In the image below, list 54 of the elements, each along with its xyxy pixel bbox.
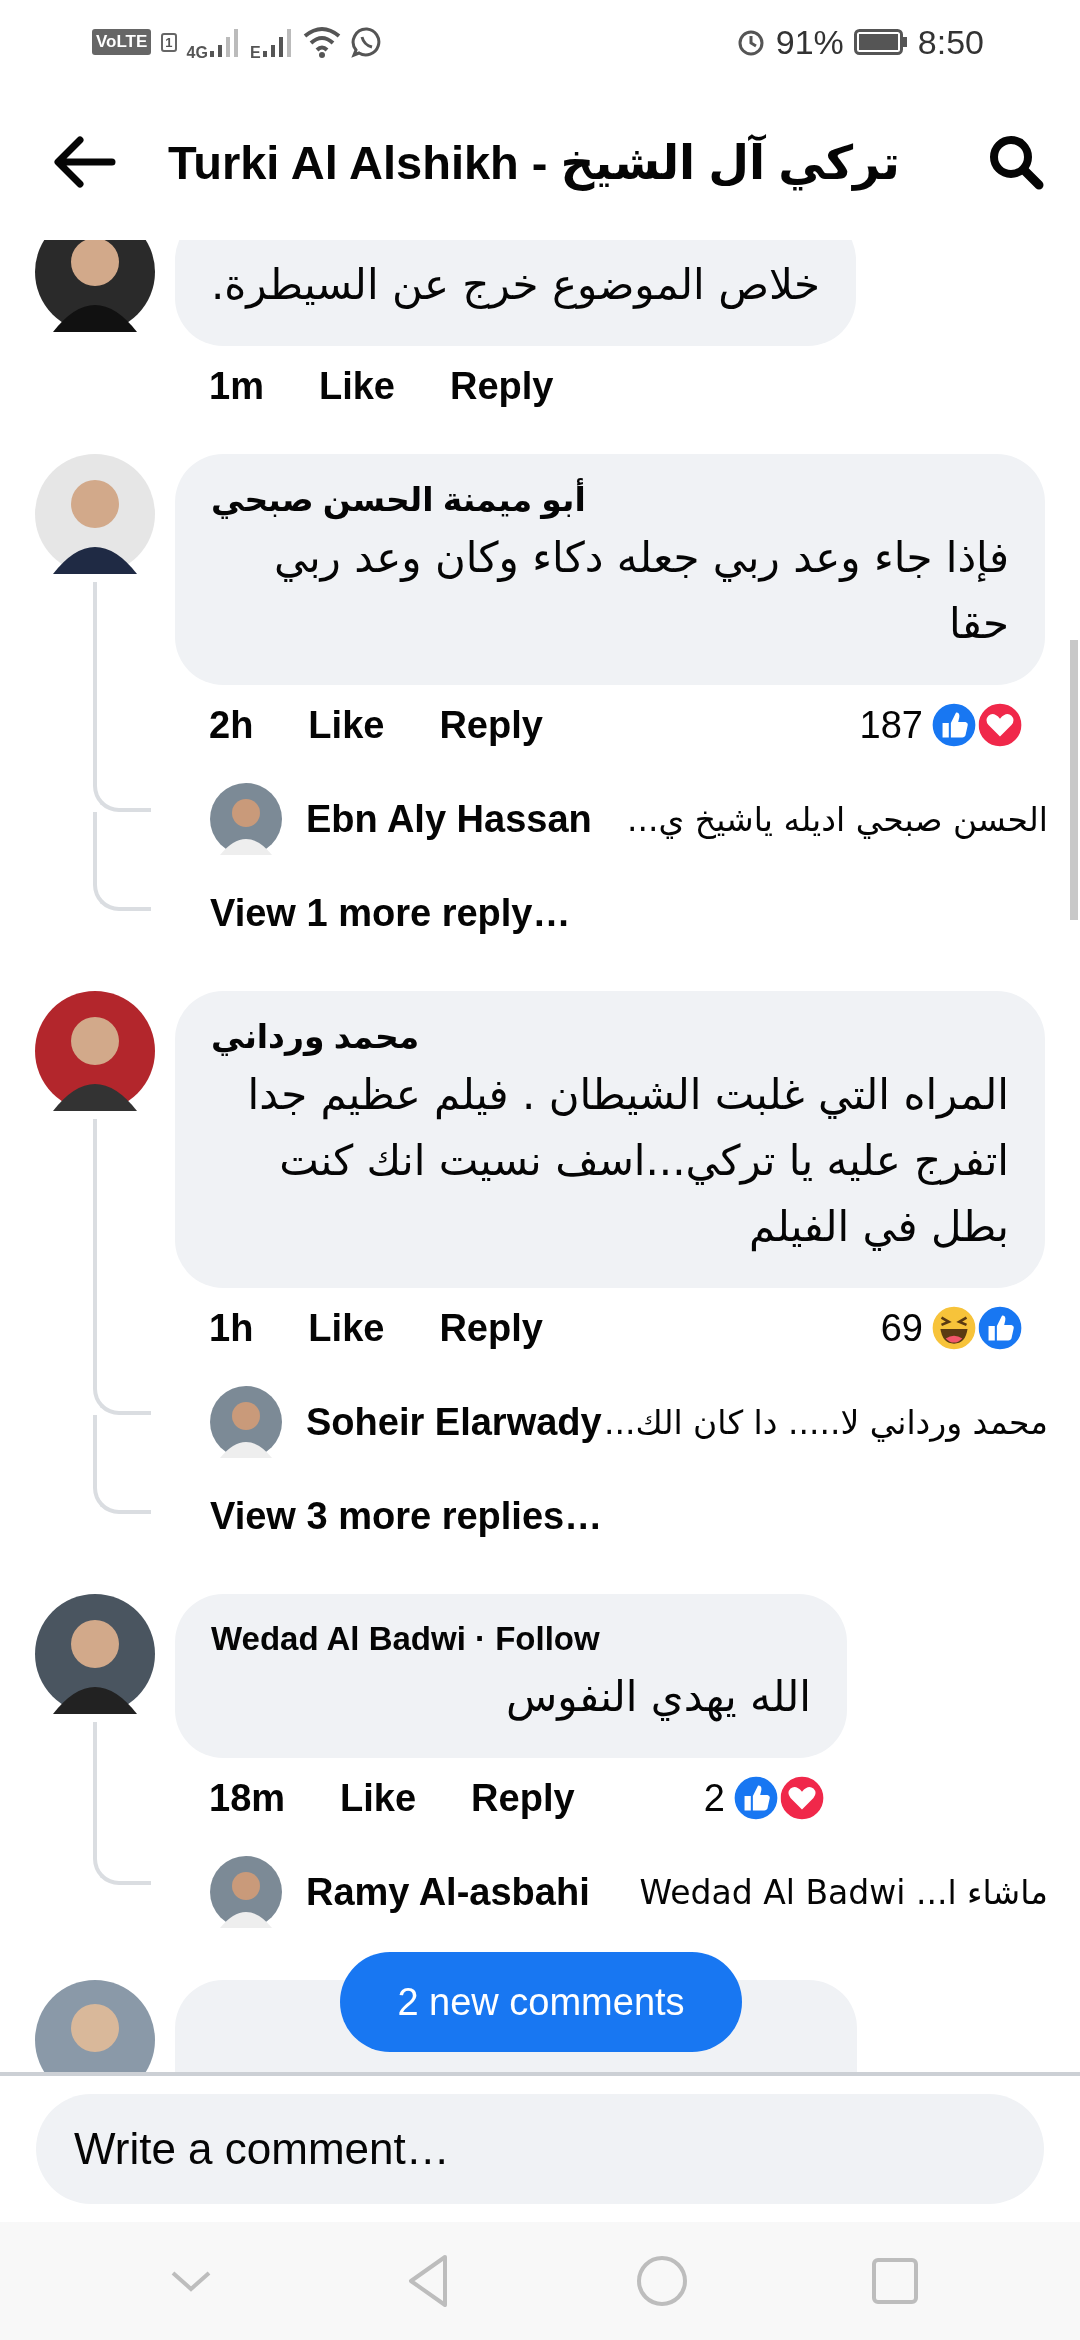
reaction-count: 187	[859, 703, 923, 747]
wifi-icon	[302, 26, 341, 58]
comment-input-field[interactable]: Write a comment…	[36, 2094, 1044, 2204]
avatar[interactable]	[35, 454, 155, 574]
comment-text: الله يهدي النفوس	[505, 1671, 811, 1724]
sim-number: 1	[161, 32, 177, 52]
square-icon[interactable]	[871, 2257, 919, 2305]
avatar[interactable]	[35, 1594, 155, 1714]
comment-time: 2h	[209, 703, 254, 747]
clock-time: 8:50	[917, 22, 984, 62]
page-title: Turki Al Alshikh - تركي آل الشيخ	[168, 134, 901, 190]
home-circle-icon[interactable]	[635, 2254, 689, 2308]
reply-preview: محمد ورداني لا..... دا كان الك...	[603, 1402, 1049, 1442]
avatar[interactable]	[35, 991, 155, 1111]
reply-preview: الحسن صبحي اديله ياشيخ ي...	[626, 799, 1049, 839]
network-type: E	[249, 44, 261, 62]
reply-author[interactable]: Soheir Elarwady	[306, 1400, 602, 1444]
view-more-replies-link[interactable]: View 3 more replies…	[210, 1494, 603, 1538]
comment-author[interactable]: محمد ورداني	[211, 1017, 1009, 1056]
network-type: 4G	[186, 44, 208, 62]
view-more-replies-link[interactable]: View 1 more reply…	[210, 891, 571, 935]
like-link[interactable]: Like	[308, 1306, 385, 1350]
thumbs-up-icon	[929, 700, 979, 750]
comment-author[interactable]: أبو ميمنة الحسن صبحي	[211, 480, 1009, 519]
reply-author[interactable]: Ebn Aly Hassan	[306, 797, 592, 841]
reply-link[interactable]: Reply	[449, 364, 554, 408]
comment-time: 1h	[209, 1306, 254, 1350]
comment-text: فإذا جاء وعد ربي جعله دكاء وكان وعد ربي حقا	[272, 532, 1009, 650]
battery-percentage: 91%	[775, 22, 844, 62]
chat-bubble-icon	[350, 26, 383, 58]
battery-icon	[853, 29, 908, 55]
reply-preview: ماشاء ا... Wedad Al Badwi	[638, 1872, 1049, 1912]
comment-time: 1m	[209, 364, 264, 408]
like-link[interactable]: Like	[318, 364, 395, 408]
comment-text: خلاص الموضوع خرج عن السيطرة.	[211, 259, 820, 311]
reaction-count: 2	[703, 1776, 725, 1820]
avatar[interactable]	[35, 240, 155, 332]
like-link[interactable]: Like	[340, 1776, 417, 1820]
signal-icon	[262, 27, 293, 57]
reply-link[interactable]: Reply	[439, 1306, 543, 1350]
thumbs-up-icon	[975, 1303, 1025, 1353]
reply-link[interactable]: Reply	[471, 1776, 575, 1820]
laughing-emoji-icon	[929, 1303, 979, 1353]
reply-author[interactable]: Ramy Al-asbahi	[306, 1870, 590, 1914]
thumbs-up-icon	[731, 1773, 781, 1823]
like-link[interactable]: Like	[308, 703, 385, 747]
comment-author[interactable]: Wedad Al Badwi · Follow	[211, 1620, 811, 1658]
signal-icon	[209, 27, 240, 57]
comment-time: 18m	[209, 1776, 286, 1820]
new-comments-button[interactable]: 2 new comments	[340, 1952, 742, 2052]
reaction-count: 69	[880, 1306, 923, 1350]
volte-badge: VoLTE	[92, 29, 152, 55]
reply-link[interactable]: Reply	[439, 703, 543, 747]
comment-text: المراه التي غلبت الشيطان . فيلم عظيم جدا اتفرج عليه يا تركي...اسف نسيت انك كنت بطل في الفيلم	[246, 1069, 1009, 1254]
